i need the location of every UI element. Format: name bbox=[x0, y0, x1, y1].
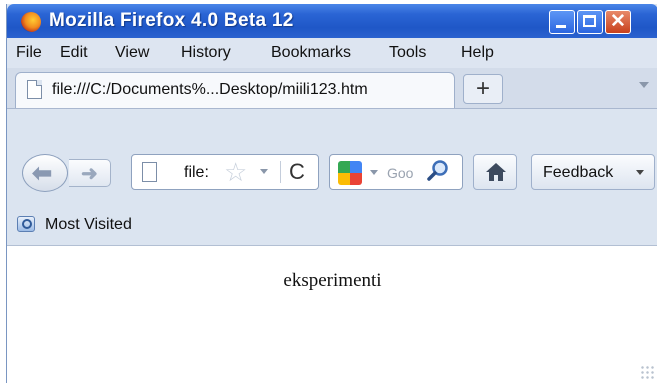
firefox-icon[interactable] bbox=[21, 12, 41, 32]
page-body-text: eksperimenti bbox=[283, 270, 382, 291]
bookmark-star-icon[interactable]: ☆ bbox=[224, 157, 247, 188]
menu-history[interactable]: History bbox=[181, 44, 231, 62]
menu-view[interactable]: View bbox=[115, 44, 149, 62]
most-visited-icon bbox=[17, 216, 35, 232]
page-icon bbox=[27, 80, 42, 99]
tab-list-chevron-icon[interactable] bbox=[639, 82, 649, 88]
search-bar[interactable]: Goo bbox=[329, 154, 463, 190]
maximize-icon bbox=[583, 15, 596, 27]
close-button[interactable]: ✕ bbox=[605, 10, 631, 34]
home-icon bbox=[486, 163, 506, 181]
url-divider bbox=[280, 161, 281, 183]
close-icon: ✕ bbox=[610, 11, 626, 32]
back-button[interactable]: ⬅ bbox=[22, 154, 68, 192]
resize-grip-icon[interactable] bbox=[640, 365, 654, 379]
search-input[interactable]: Goo bbox=[387, 165, 413, 181]
site-identity-icon[interactable] bbox=[142, 162, 157, 182]
tab-active[interactable]: file:///C:/Documents%...Desktop/miili123… bbox=[15, 72, 455, 108]
maximize-button[interactable] bbox=[577, 10, 603, 34]
feedback-button[interactable]: Feedback bbox=[531, 154, 655, 190]
bookmarks-toolbar: Most Visited bbox=[7, 205, 657, 246]
tab-bar: file:///C:/Documents%...Desktop/miili123… bbox=[7, 68, 657, 109]
forward-arrow-icon: ➜ bbox=[81, 163, 98, 185]
url-bar[interactable]: file: ☆ C bbox=[131, 154, 319, 190]
tab-label: file:///C:/Documents%...Desktop/miili123… bbox=[52, 81, 368, 98]
new-tab-button[interactable]: + bbox=[463, 74, 503, 104]
browser-window: Mozilla Firefox 4.0 Beta 12 ✕ File Edit … bbox=[6, 4, 657, 383]
title-bar[interactable]: Mozilla Firefox 4.0 Beta 12 ✕ bbox=[7, 4, 657, 38]
menu-file[interactable]: File bbox=[16, 44, 42, 62]
menu-bookmarks[interactable]: Bookmarks bbox=[271, 44, 351, 62]
reload-icon[interactable]: C bbox=[289, 159, 305, 185]
most-visited-button[interactable]: Most Visited bbox=[45, 216, 132, 234]
menu-bar: File Edit View History Bookmarks Tools H… bbox=[7, 38, 657, 68]
page-content: eksperimenti bbox=[7, 246, 657, 383]
menu-help[interactable]: Help bbox=[461, 44, 494, 62]
back-arrow-icon: ⬅ bbox=[32, 160, 53, 187]
window-title: Mozilla Firefox 4.0 Beta 12 bbox=[49, 10, 294, 31]
minimize-button[interactable] bbox=[549, 10, 575, 34]
url-text[interactable]: file: bbox=[184, 164, 209, 182]
google-icon[interactable] bbox=[338, 161, 362, 185]
home-button[interactable] bbox=[473, 154, 517, 190]
minimize-icon bbox=[556, 25, 566, 28]
navigation-toolbar: ➜ ⬅ file: ☆ C Goo Feedback bbox=[7, 109, 657, 205]
feedback-label: Feedback bbox=[543, 164, 614, 181]
feedback-dropdown-icon bbox=[636, 170, 644, 175]
search-engine-dropdown-icon[interactable] bbox=[370, 170, 378, 175]
forward-button[interactable]: ➜ bbox=[69, 159, 111, 187]
url-dropdown-icon[interactable] bbox=[260, 169, 268, 174]
menu-edit[interactable]: Edit bbox=[60, 44, 88, 62]
search-icon[interactable] bbox=[426, 158, 450, 182]
menu-tools[interactable]: Tools bbox=[389, 44, 426, 62]
